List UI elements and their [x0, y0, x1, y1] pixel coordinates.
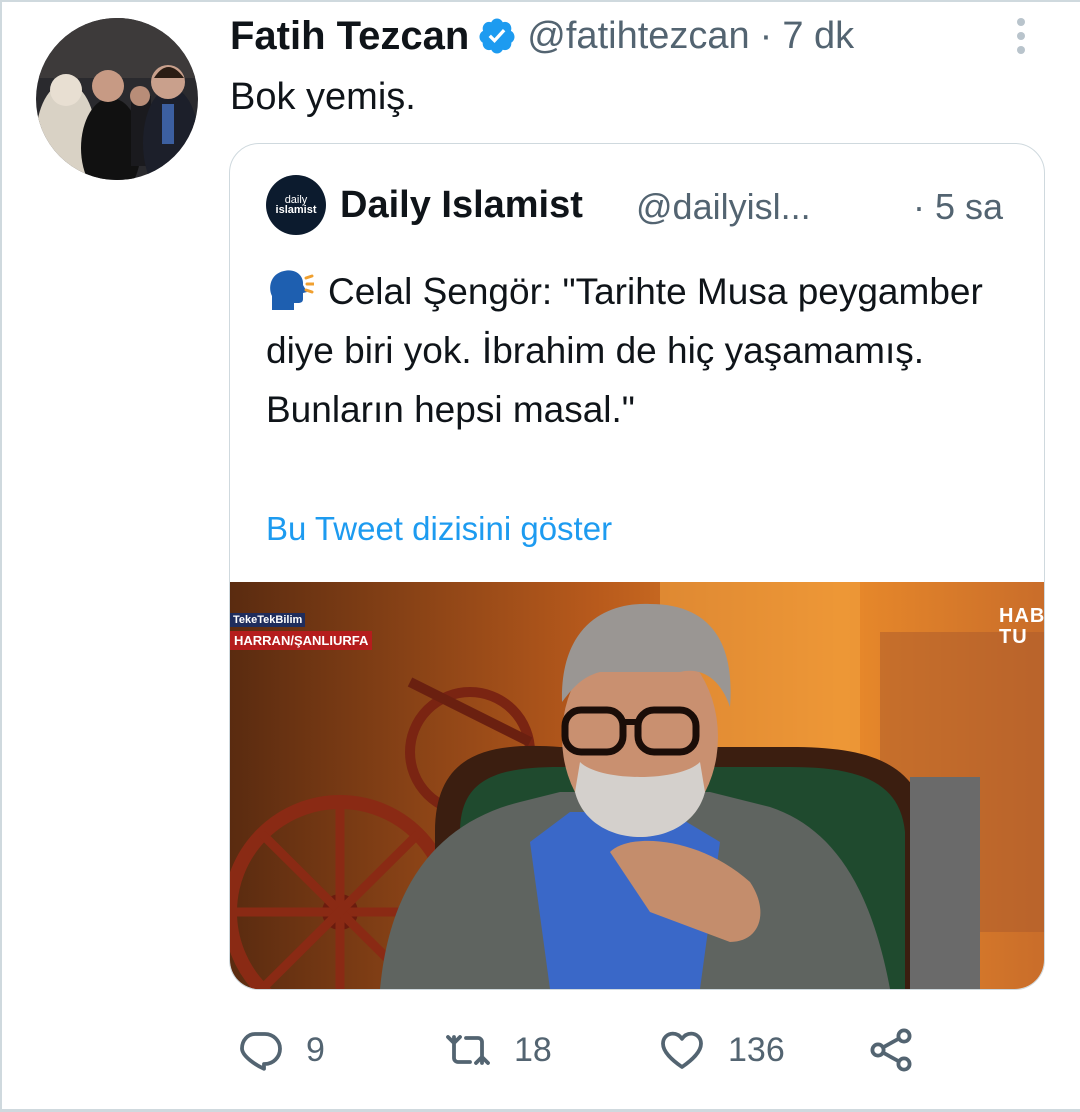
- tweet-timestamp[interactable]: 7 dk: [782, 15, 854, 58]
- quoted-tweet-body: Celal Şengör: "Tarihte Musa peygamber di…: [266, 262, 996, 439]
- frame-left-border: [0, 0, 2, 1112]
- quoted-author-name[interactable]: Daily Islamist: [340, 184, 583, 227]
- author-name[interactable]: Fatih Tezcan: [230, 14, 469, 59]
- frame-top-border: [0, 0, 1080, 2]
- like-button[interactable]: 136: [658, 1026, 785, 1074]
- author-avatar[interactable]: [36, 18, 198, 180]
- quoted-avatar-text-bottom: islamist: [275, 204, 317, 216]
- more-options-icon[interactable]: [1010, 16, 1032, 56]
- tweet-text: Bok yemiş.: [230, 76, 416, 118]
- retweet-count: 18: [514, 1030, 552, 1069]
- tv-program-label: TekeTekBilim: [230, 613, 306, 627]
- reply-count: 9: [306, 1030, 325, 1069]
- tweet-header: Fatih Tezcan @fatihtezcan · 7 dk: [230, 12, 854, 60]
- retweet-button[interactable]: 18: [444, 1026, 552, 1074]
- quoted-timestamp[interactable]: · 5 sa: [913, 186, 1003, 228]
- like-count: 136: [728, 1030, 785, 1069]
- share-icon: [870, 1028, 912, 1072]
- quoted-tweet-image[interactable]: TekeTekBilim HARRAN/ŞANLIURFA HAB TU: [230, 582, 1044, 989]
- quoted-author-avatar[interactable]: daily islamist: [266, 175, 326, 235]
- retweet-icon: [446, 1035, 490, 1065]
- speaking-head-icon: [270, 270, 314, 310]
- tv-logo-line1: HAB: [999, 605, 1044, 627]
- tv-logo-line2: TU: [999, 626, 1028, 648]
- author-handle[interactable]: @fatihtezcan: [527, 15, 749, 58]
- quoted-author-handle[interactable]: @dailyisl...: [636, 186, 811, 228]
- show-thread-link[interactable]: Bu Tweet dizisini göster: [266, 510, 612, 548]
- share-button[interactable]: [868, 1026, 916, 1074]
- header-separator: ·: [759, 14, 773, 57]
- heart-icon: [661, 1031, 703, 1069]
- tv-channel-logo: HAB TU: [999, 606, 1044, 648]
- reply-button[interactable]: 9: [236, 1026, 325, 1074]
- quoted-tweet-card[interactable]: daily islamist Daily Islamist @dailyisl.…: [229, 143, 1045, 990]
- reply-icon: [240, 1032, 282, 1071]
- tv-location-label: HARRAN/ŞANLIURFA: [230, 631, 373, 650]
- verified-badge-icon: [479, 18, 515, 54]
- quoted-tweet-text: Celal Şengör: "Tarihte Musa peygamber di…: [266, 271, 983, 430]
